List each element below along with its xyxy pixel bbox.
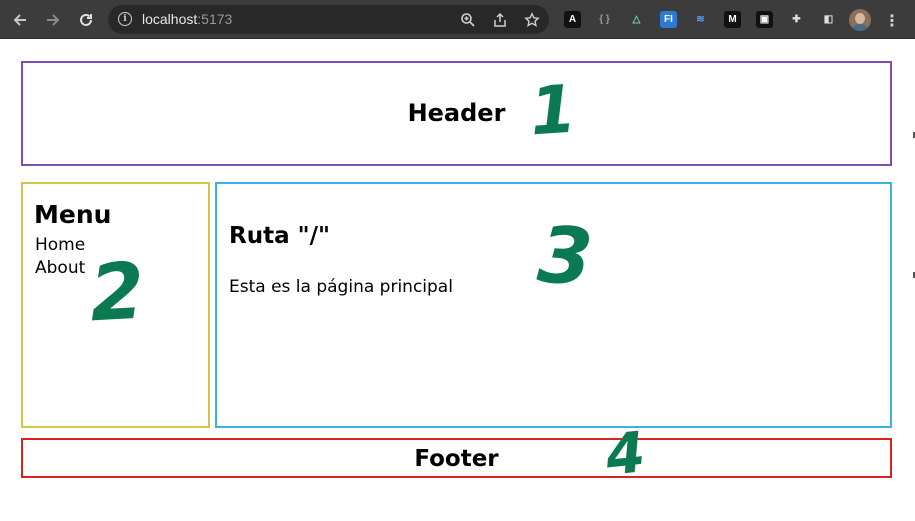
annotation-number-4: 4 [602,420,649,489]
extension-triangle-icon[interactable]: △ [628,11,645,28]
header-title: Header [407,99,506,127]
menu-link-home[interactable]: Home [35,235,85,255]
zoom-icon[interactable] [458,10,478,30]
annotation-number-2: 2 [87,246,147,340]
browser-toolbar: i localhost:5173 A { } △ FI ≋ M ▣ ✚ ◧ ⋮ [0,0,915,39]
url-text[interactable]: localhost:5173 [142,11,232,27]
extension-fi-icon[interactable]: FI [660,11,677,28]
forward-arrow-icon[interactable] [42,9,64,31]
browser-menu-icon[interactable]: ⋮ [884,10,900,30]
address-bar[interactable]: i localhost:5173 [108,5,549,34]
annotation-number-3: 3 [534,210,596,304]
menu-link-about[interactable]: About [35,258,85,278]
share-icon[interactable] [490,10,510,30]
extension-waves-icon[interactable]: ≋ [692,11,709,28]
footer-section: Footer [21,438,892,478]
route-description: Esta es la página principal [229,277,453,297]
extension-square-icon[interactable]: ▣ [756,11,773,28]
bookmark-star-icon[interactable] [522,10,542,30]
annotation-number-1: 1 [527,70,579,151]
reload-icon[interactable] [75,9,97,31]
back-arrow-icon[interactable] [9,9,31,31]
extension-m-icon[interactable]: M [724,11,741,28]
site-info-icon[interactable]: i [118,12,132,26]
route-title: Ruta "/" [229,223,330,249]
footer-title: Footer [414,446,499,472]
side-panel-icon[interactable]: ◧ [820,11,837,28]
profile-avatar[interactable] [849,9,871,31]
extension-a-icon[interactable]: A [564,11,581,28]
extension-json-icon[interactable]: { } [596,11,613,28]
menu-title: Menu [34,200,112,229]
extensions-puzzle-icon[interactable]: ✚ [788,11,805,28]
header-section: Header [21,61,892,166]
